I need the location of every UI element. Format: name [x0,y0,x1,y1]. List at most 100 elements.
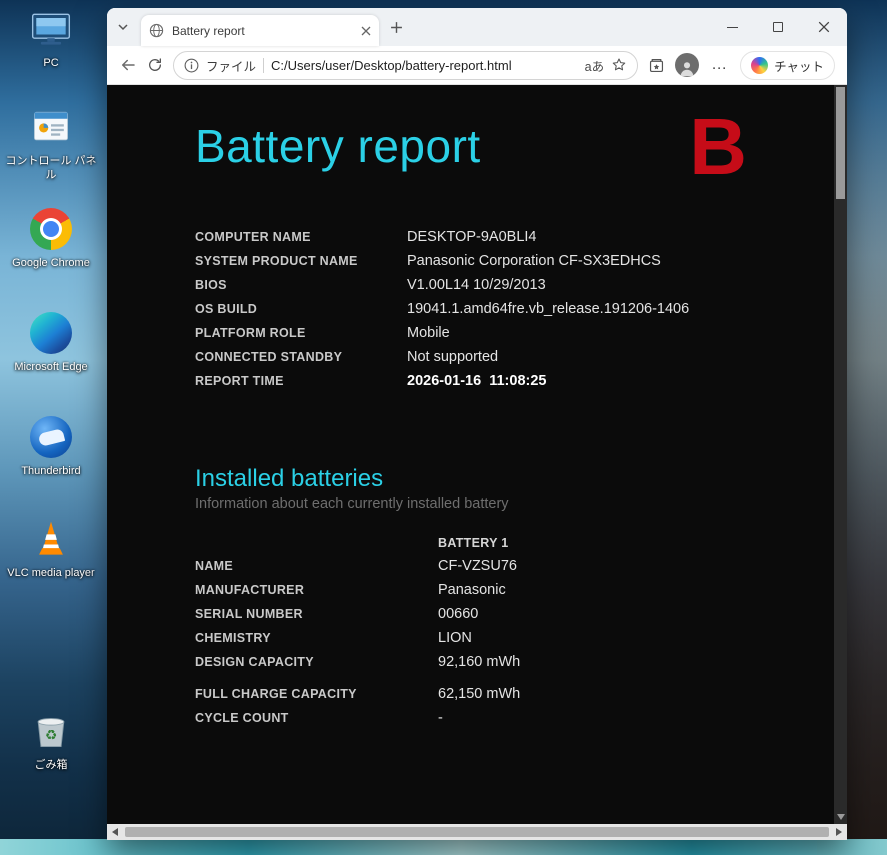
pc-icon [28,6,74,52]
row-value: Mobile [407,325,827,341]
desktop-icon-edge[interactable]: Microsoft Edge [5,310,97,375]
table-row: REPORT TIME 2026-01-16 11:08:25 [195,369,827,393]
desktop-icon-label: コントロール パネル [5,155,97,183]
url-text: C:/Users/user/Desktop/battery-report.htm… [271,58,578,73]
row-value: Panasonic Corporation CF-SX3EDHCS [407,253,827,269]
favorites-star-button[interactable] [611,57,627,73]
horizontal-scrollbar-thumb[interactable] [125,827,829,837]
back-button[interactable] [119,56,137,74]
table-row: CHEMISTRY LION [195,626,827,650]
plus-icon [390,21,403,34]
row-value: Panasonic [438,582,827,598]
close-icon [361,26,371,36]
recycle-bin-icon: ♻ [28,708,74,754]
tab-bar: Battery report [107,8,847,46]
settings-menu-button[interactable]: … [709,56,730,74]
row-value: 62,150 mWh [438,686,827,702]
table-row: CYCLE COUNT - [195,706,827,730]
window-controls [709,8,847,46]
chat-button-label: チャット [774,56,824,75]
row-label: OS BUILD [195,302,407,316]
table-row: NAME CF-VZSU76 [195,554,827,578]
row-value: - [438,710,827,726]
row-value: 19041.1.amd64fre.vb_release.191206-1406 [407,301,827,317]
edge-icon [28,310,74,356]
row-label: PLATFORM ROLE [195,326,407,340]
desktop-icon-pc[interactable]: PC [5,6,97,71]
star-plus-icon [611,57,627,73]
row-label: SERIAL NUMBER [195,607,438,621]
row-label: CONNECTED STANDBY [195,350,407,364]
url-scheme-label: ファイル [206,56,256,75]
row-value: 92,160 mWh [438,654,827,670]
maximize-icon [773,22,783,32]
address-toolbar: ファイル C:/Users/user/Desktop/battery-repor… [107,46,847,85]
vertical-scrollbar-thumb[interactable] [836,87,845,199]
collections-icon [648,57,665,74]
desktop-icon-vlc[interactable]: VLC media player [5,516,97,581]
table-row: FULL CHARGE CAPACITY 62,150 mWh [195,682,827,706]
minimize-icon [727,27,738,28]
row-label: COMPUTER NAME [195,230,407,244]
refresh-button[interactable] [147,57,163,73]
desktop-icon-label: VLC media player [7,567,94,581]
row-label: NAME [195,559,438,573]
desktop-icon-label: Google Chrome [12,257,90,271]
person-icon [678,59,696,77]
row-label: CHEMISTRY [195,631,438,645]
scroll-right-arrow-icon [836,828,842,836]
desktop-icon-label: Microsoft Edge [14,361,87,375]
new-tab-button[interactable] [379,8,413,46]
tab-close-button[interactable] [361,26,371,36]
vertical-scrollbar[interactable] [834,85,847,824]
info-icon [184,58,199,73]
thunderbird-icon [28,414,74,460]
chat-button[interactable]: チャット [740,51,835,80]
battery-table: BATTERY 1 NAME CF-VZSU76 MANUFACTURER Pa… [195,532,827,730]
profile-avatar[interactable] [675,53,699,77]
table-row: SYSTEM PRODUCT NAME Panasonic Corporatio… [195,249,827,273]
desktop-icon-thunderbird[interactable]: Thunderbird [5,414,97,479]
copilot-chat-icon [751,57,768,74]
table-row: OS BUILD 19041.1.amd64fre.vb_release.191… [195,297,827,321]
refresh-icon [147,57,163,73]
row-label: BIOS [195,278,407,292]
control-panel-icon [28,104,74,150]
browser-window: Battery report ファイル C:/Users/use [107,8,847,840]
tab-battery-report[interactable]: Battery report [141,15,379,46]
collections-button[interactable] [648,57,665,74]
row-label: FULL CHARGE CAPACITY [195,687,438,701]
table-row: BIOS V1.00L14 10/29/2013 [195,273,827,297]
table-row: DESIGN CAPACITY 92,160 mWh [195,650,827,674]
system-info-table: COMPUTER NAME DESKTOP-9A0BLI4 SYSTEM PRO… [195,225,827,393]
desktop-icon-recycle-bin[interactable]: ♻ ごみ箱 [5,708,97,773]
row-value: 2026-01-16 11:08:25 [407,373,827,389]
desktop-icon-label: Thunderbird [21,465,80,479]
chrome-icon [28,206,74,252]
row-value: 00660 [438,606,827,622]
row-label: SYSTEM PRODUCT NAME [195,254,407,268]
scroll-left-arrow-icon [112,828,118,836]
address-bar[interactable]: ファイル C:/Users/user/Desktop/battery-repor… [173,51,638,80]
tab-search-button[interactable] [107,8,139,46]
back-arrow-icon [119,56,137,74]
window-close-button[interactable] [801,8,847,46]
scroll-right-button[interactable] [831,824,847,840]
desktop-icon-chrome[interactable]: Google Chrome [5,206,97,271]
desktop-icon-control-panel[interactable]: コントロール パネル [5,104,97,183]
table-header-row: BATTERY 1 [195,532,827,554]
maximize-button[interactable] [755,8,801,46]
scroll-down-arrow-icon[interactable] [837,814,845,820]
desktop-icon-label: PC [43,57,58,71]
row-label: MANUFACTURER [195,583,438,597]
row-value: CF-VZSU76 [438,558,827,574]
globe-icon [149,23,164,38]
minimize-button[interactable] [709,8,755,46]
close-icon [818,21,830,33]
row-value: V1.00L14 10/29/2013 [407,277,827,293]
horizontal-scrollbar[interactable] [107,824,847,840]
chevron-down-icon [117,21,129,33]
scroll-left-button[interactable] [107,824,123,840]
translate-icon[interactable]: aあ [585,56,604,75]
tab-title: Battery report [172,24,353,38]
